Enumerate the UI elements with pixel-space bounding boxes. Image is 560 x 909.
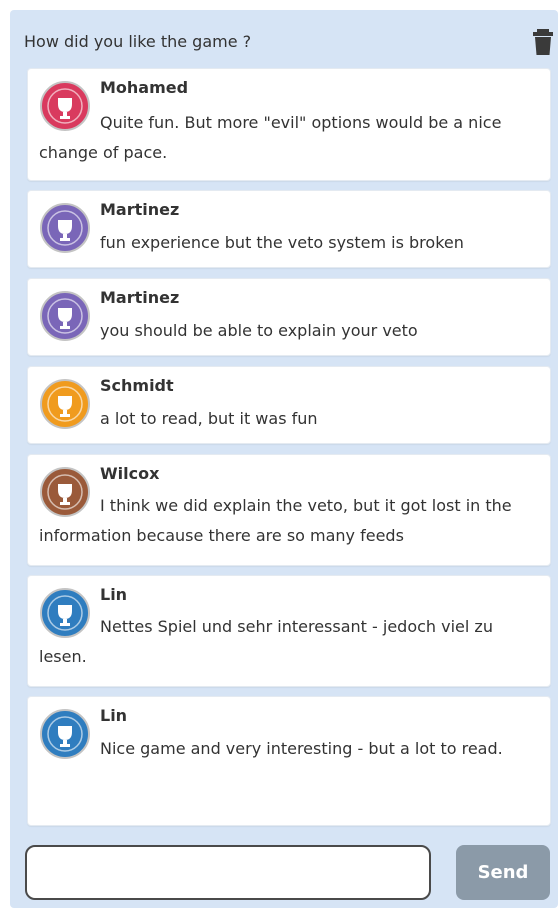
message-text: Quite fun. But more "evil" options would… [39,113,502,162]
message-author: Schmidt [100,376,174,395]
message-card: Martinez fun experience but the veto sys… [27,190,551,268]
message-author: Wilcox [100,464,160,483]
message-author: Lin [100,706,128,725]
message-author: Martinez [100,288,180,307]
message-card: Lin Nice game and very interesting - but… [27,696,551,826]
message-text: you should be able to explain your veto [100,321,418,340]
message-card: Mohamed Quite fun. But more "evil" optio… [27,68,551,181]
trophy-badge-icon [40,203,90,253]
message-text: Nettes Spiel und sehr interessant - jedo… [39,617,493,666]
avatar [40,203,90,253]
message-card: Martinez you should be able to explain y… [27,278,551,356]
message-input-wrapper [25,845,431,900]
message-card: Wilcox I think we did explain the veto, … [27,454,551,566]
trash-icon[interactable] [532,28,554,56]
message-card: Schmidt a lot to read, but it was fun [27,366,551,444]
message-author: Lin [100,585,128,604]
trophy-badge-icon [40,709,90,759]
chat-header: How did you like the game ? [24,28,554,58]
avatar [40,379,90,429]
trophy-badge-icon [40,291,90,341]
avatar [40,291,90,341]
message-text: Nice game and very interesting - but a l… [100,739,503,758]
message-text: fun experience but the veto system is br… [100,233,464,252]
chat-title: How did you like the game ? [24,32,252,51]
message-input[interactable] [27,847,429,898]
message-text: I think we did explain the veto, but it … [39,496,512,545]
trophy-badge-icon [40,379,90,429]
send-button[interactable]: Send [456,845,550,900]
message-author: Mohamed [100,78,189,97]
avatar [40,709,90,759]
message-author: Martinez [100,200,180,219]
message-card: Lin Nettes Spiel und sehr interessant - … [27,575,551,687]
chat-panel: How did you like the game ? Mohamed Quit… [10,10,558,908]
message-text: a lot to read, but it was fun [100,409,318,428]
